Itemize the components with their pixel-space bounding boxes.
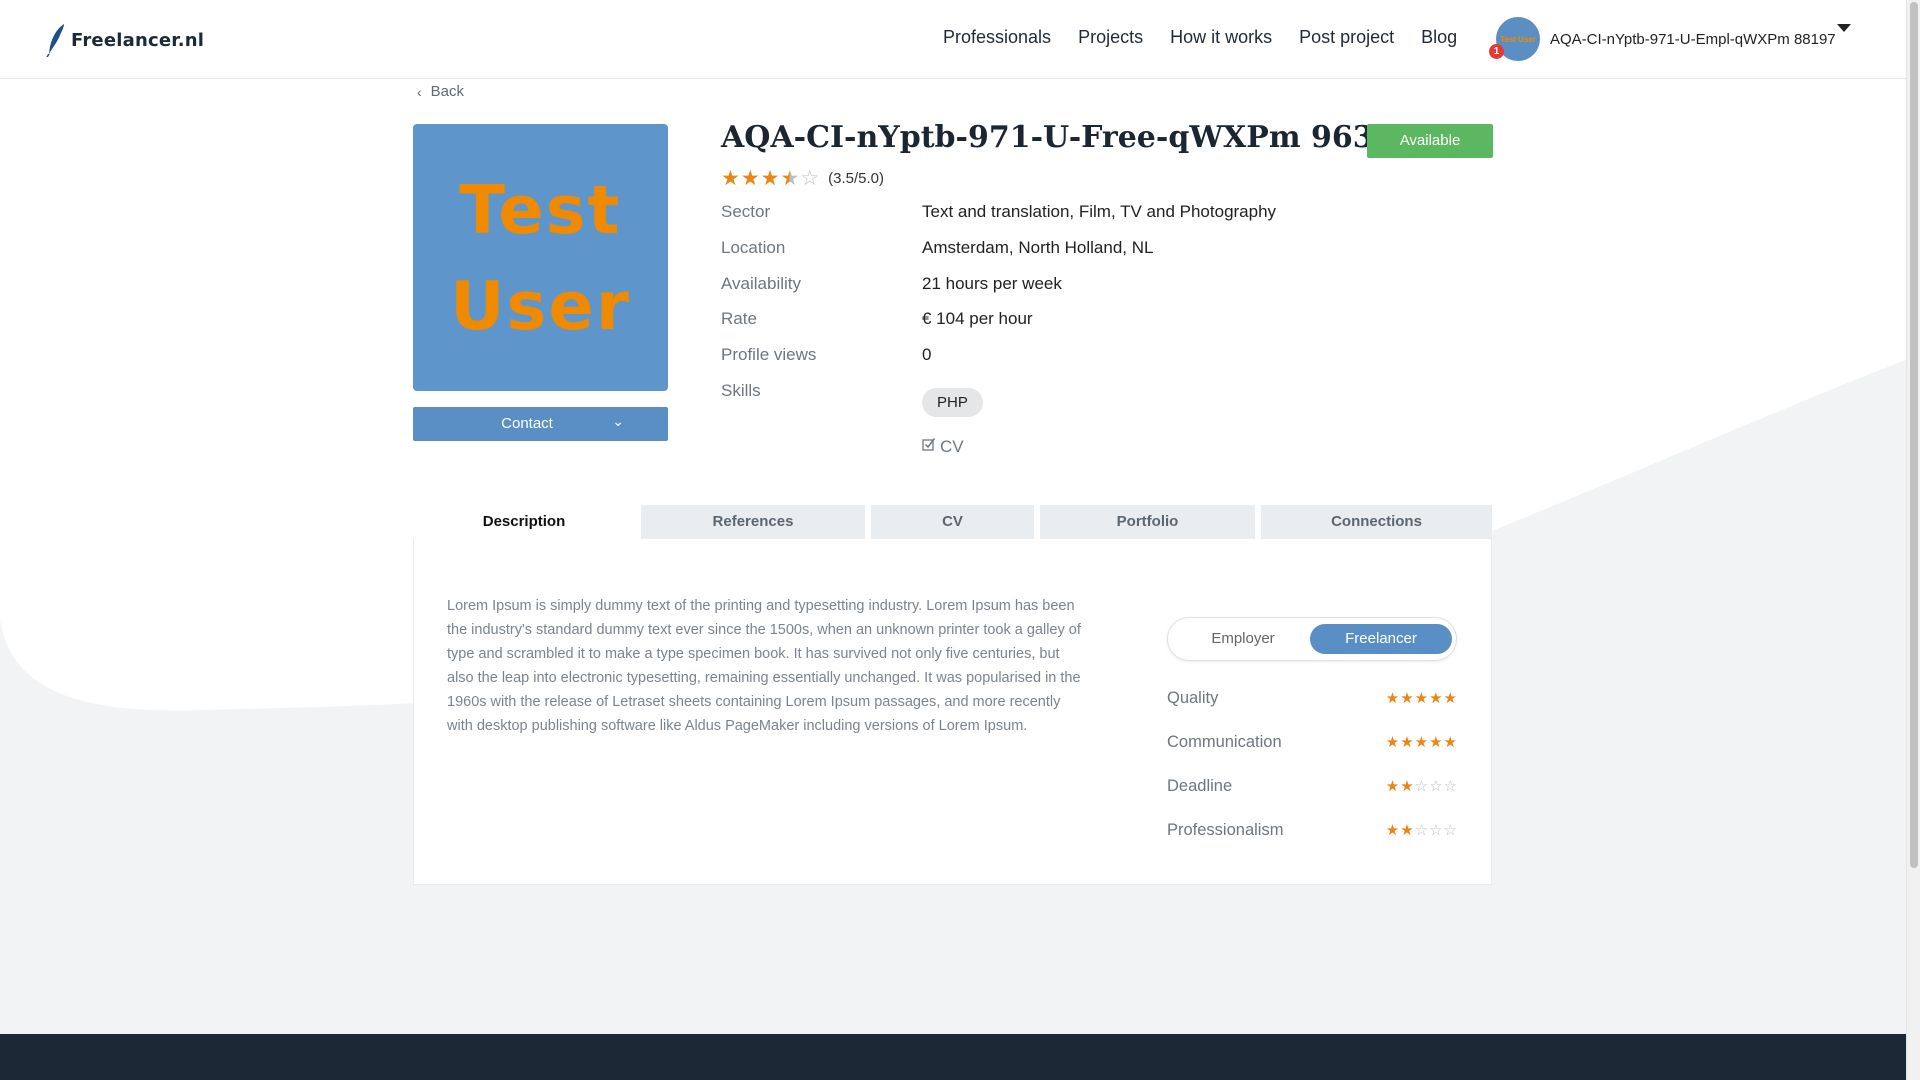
star-empty-icon: ☆ — [1429, 778, 1443, 795]
back-label: Back — [430, 83, 465, 100]
info-value: € 104 per hour — [922, 309, 1033, 328]
star-empty-icon: ☆ — [1429, 822, 1443, 839]
main-nav: Professionals Projects How it works Post… — [943, 27, 1484, 48]
score-label: Deadline — [1167, 777, 1233, 795]
star-full-icon: ★ — [1385, 778, 1400, 795]
info-value: 0 — [922, 345, 932, 364]
chevron-left-icon: ‹ — [417, 83, 422, 100]
profile-photo-text-line-1: Test — [459, 170, 622, 249]
star-full-icon: ★ — [1443, 690, 1457, 707]
star-full-icon: ★ — [1429, 734, 1443, 751]
availability-badge: Available — [1367, 124, 1493, 158]
profile-tabs: Description References CV Portfolio Conn… — [413, 505, 1492, 539]
info-value: Text and translation, Film, TV and Photo… — [922, 202, 1277, 221]
user-menu[interactable]: Test User 1 AQA-CI-nYptb-971-U-Empl-qWXP… — [1489, 17, 1836, 61]
star-full-icon: ★ — [740, 167, 760, 190]
star-full-icon: ★ — [1400, 778, 1414, 795]
tab-references[interactable]: References — [641, 505, 865, 539]
tab-panel-description: Lorem Ipsum is simply dummy text of the … — [413, 539, 1492, 885]
tab-description[interactable]: Description — [413, 505, 635, 539]
contact-button[interactable]: Contact ⌄ — [413, 407, 668, 441]
score-communication: Communication ★ ★ ★ ★ ★ — [1167, 733, 1457, 755]
info-label: Location — [721, 238, 786, 257]
star-full-icon: ★ — [1414, 734, 1429, 751]
nav-post-project[interactable]: Post project — [1299, 27, 1394, 48]
star-half-icon: ★ — [780, 167, 800, 190]
info-label: Availability — [721, 274, 802, 293]
score-stars: ★ ★ ☆ ☆ ☆ — [1385, 779, 1457, 795]
score-stars: ★ ★ ★ ★ ★ — [1385, 691, 1457, 707]
feather-logo-icon — [46, 24, 64, 57]
info-label: Sector — [721, 202, 771, 221]
info-label: Profile views — [721, 345, 817, 364]
nav-blog[interactable]: Blog — [1421, 27, 1457, 48]
tab-portfolio[interactable]: Portfolio — [1040, 505, 1255, 539]
score-quality: Quality ★ ★ ★ ★ ★ — [1167, 689, 1457, 711]
skill-tag: PHP — [922, 388, 983, 417]
top-navbar: Freelancer.nl Professionals Projects How… — [0, 0, 1906, 79]
brand-logo[interactable]: Freelancer.nl — [46, 22, 204, 58]
user-avatar[interactable]: Test User 1 — [1489, 17, 1540, 61]
cv-indicator[interactable]: CV — [922, 437, 964, 457]
info-label: Skills — [721, 381, 761, 400]
star-full-icon: ★ — [1385, 690, 1400, 707]
star-empty-icon: ☆ — [1414, 822, 1429, 839]
nav-professionals[interactable]: Professionals — [943, 27, 1051, 48]
checkbox-checked-icon — [922, 438, 936, 451]
contact-label: Contact — [501, 415, 553, 432]
rating-text: (3.5/5.0) — [828, 170, 885, 187]
chevron-down-icon: ⌄ — [612, 413, 624, 429]
score-stars: ★ ★ ★ ★ ★ — [1385, 735, 1457, 751]
cv-label: CV — [940, 437, 964, 456]
brand-name: Freelancer.nl — [71, 29, 205, 51]
star-empty-icon: ☆ — [1414, 778, 1429, 795]
star-full-icon: ★ — [1414, 690, 1429, 707]
toggle-employer[interactable]: Employer — [1172, 624, 1314, 654]
score-label: Quality — [1167, 689, 1219, 707]
star-full-icon: ★ — [1400, 734, 1414, 751]
info-value: Amsterdam, North Holland, NL — [922, 238, 1154, 257]
score-deadline: Deadline ★ ★ ☆ ☆ ☆ — [1167, 777, 1457, 799]
score-label: Communication — [1167, 733, 1282, 751]
star-empty-icon: ☆ — [800, 167, 820, 190]
page: Freelancer.nl Professionals Projects How… — [0, 0, 1906, 1080]
star-full-icon: ★ — [1429, 690, 1443, 707]
nav-how-it-works[interactable]: How it works — [1170, 27, 1272, 48]
notification-badge[interactable]: 1 — [1489, 44, 1504, 59]
footer — [0, 1034, 1906, 1080]
user-name[interactable]: AQA-CI-nYptb-971-U-Empl-qWXPm 88197 — [1550, 31, 1836, 48]
score-professionalism: Professionalism ★ ★ ☆ ☆ ☆ — [1167, 821, 1457, 843]
user-menu-caret-icon[interactable] — [1837, 24, 1851, 32]
profile-photo: Test User — [413, 124, 668, 391]
star-full-icon: ★ — [1385, 734, 1400, 751]
scrollbar-thumb[interactable] — [1910, 2, 1918, 868]
user-avatar-text: Test User — [1500, 34, 1536, 44]
review-type-toggle: Employer Freelancer — [1167, 617, 1457, 661]
profile-photo-text-line-2: User — [450, 266, 631, 345]
toggle-freelancer[interactable]: Freelancer — [1310, 624, 1452, 654]
info-value: 21 hours per week — [922, 274, 1062, 293]
star-full-icon: ★ — [760, 167, 780, 190]
star-full-icon: ★ — [1443, 734, 1457, 751]
back-link[interactable]: ‹ Back — [417, 83, 464, 100]
star-full-icon: ★ — [1400, 690, 1414, 707]
nav-projects[interactable]: Projects — [1078, 27, 1143, 48]
score-stars: ★ ★ ☆ ☆ ☆ — [1385, 823, 1457, 839]
star-full-icon: ★ — [1385, 822, 1400, 839]
vertical-scrollbar[interactable] — [1906, 0, 1920, 1080]
score-label: Professionalism — [1167, 821, 1284, 839]
star-empty-icon: ☆ — [1443, 822, 1457, 839]
profile-name: AQA-CI-nYptb-971-U-Free-qWXPm 96338 — [721, 120, 1416, 155]
tab-cv[interactable]: CV — [871, 505, 1034, 539]
star-full-icon: ★ — [1400, 822, 1414, 839]
overall-rating: ★ ★ ★ ★ ☆ (3.5/5.0) — [721, 168, 884, 189]
description-text: Lorem Ipsum is simply dummy text of the … — [447, 598, 1081, 734]
star-full-icon: ★ — [721, 167, 740, 190]
star-empty-icon: ☆ — [1443, 778, 1457, 795]
tab-connections[interactable]: Connections — [1261, 505, 1492, 539]
info-label: Rate — [721, 309, 757, 328]
